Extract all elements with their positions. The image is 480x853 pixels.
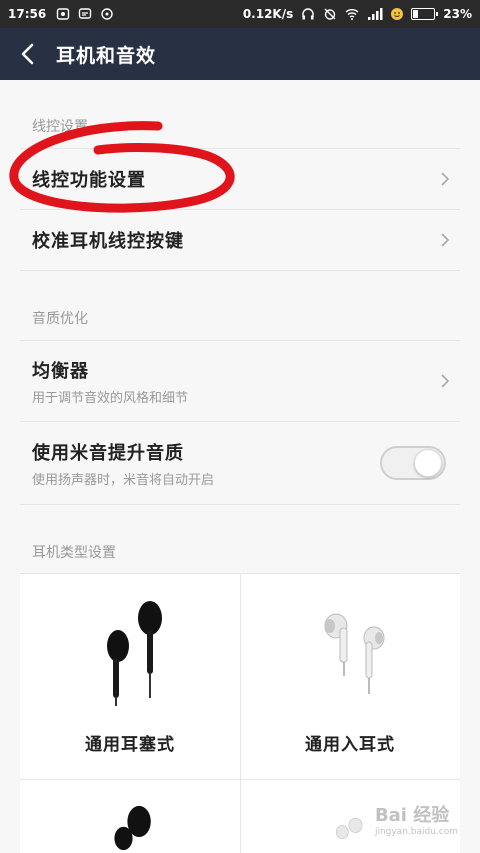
net-speed: 0.12K/s: [242, 7, 294, 21]
headphone-type-earbud[interactable]: 通用耳塞式: [20, 574, 240, 779]
chevron-right-icon: [441, 374, 450, 388]
status-bar: 17:56 0.12K/s 23%: [0, 0, 480, 28]
equalizer-row[interactable]: 均衡器 用于调节音效的风格和细节: [20, 341, 460, 421]
battery-percent: 23%: [443, 7, 472, 21]
black-earbuds-image: [107, 601, 162, 706]
battery-icon: [411, 8, 439, 20]
photo-icon: [56, 7, 70, 21]
section-header-line-control: 线控设置: [32, 119, 88, 135]
section-header-sound-quality: 音质优化: [32, 311, 88, 327]
notification-icon: [100, 7, 114, 21]
chevron-right-icon: [441, 172, 450, 186]
divider: [20, 504, 460, 505]
alarm-off-icon: [323, 7, 337, 21]
mi-sound-toggle[interactable]: [380, 446, 446, 480]
baidu-watermark: Bai 经验 jingyan.baidu.com: [375, 801, 458, 837]
emoji-icon: [389, 7, 404, 21]
white-in-ear-image: [324, 613, 385, 694]
wifi-icon: [345, 7, 359, 21]
watermark-text: Bai 经验: [374, 805, 450, 826]
back-button[interactable]: [0, 28, 56, 80]
divider: [20, 270, 460, 271]
status-time: 17:56: [8, 7, 47, 21]
calibrate-buttons-row[interactable]: 校准耳机线控按键: [20, 210, 460, 270]
headphone-type-in-ear[interactable]: 通用入耳式: [240, 574, 460, 779]
message-icon: [78, 7, 92, 21]
app-bar: 耳机和音效: [0, 28, 480, 80]
headphone-type-earbud-alt[interactable]: [20, 780, 240, 853]
headphone-type-label: 通用耳塞式: [85, 735, 175, 755]
line-control-settings-row[interactable]: 线控功能设置: [20, 149, 460, 209]
equalizer-description: 用于调节音效的风格和细节: [32, 390, 189, 406]
equalizer-label: 均衡器: [32, 360, 89, 382]
page-title: 耳机和音效: [56, 44, 157, 67]
black-earbuds-image: [114, 805, 151, 851]
watermark-url: jingyan.baidu.com: [374, 827, 458, 837]
section-header-headphone-type: 耳机类型设置: [32, 545, 116, 561]
calibrate-buttons-label: 校准耳机线控按键: [32, 231, 184, 252]
chevron-right-icon: [441, 233, 450, 247]
signal-icon: [367, 7, 383, 21]
headphone-type-label: 通用入耳式: [305, 735, 395, 755]
back-arrow-icon: [21, 43, 34, 65]
line-control-settings-label: 线控功能设置: [32, 170, 146, 191]
toggle-knob: [414, 449, 442, 477]
headphones-icon: [301, 7, 315, 21]
